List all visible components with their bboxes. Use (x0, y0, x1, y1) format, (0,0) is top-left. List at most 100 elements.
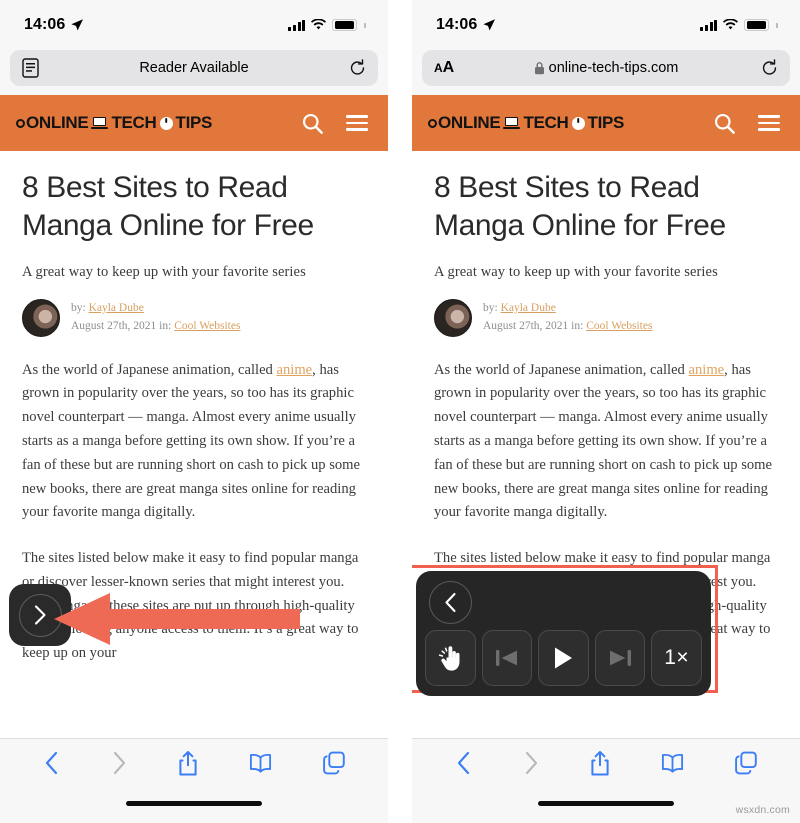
hamburger-menu-icon[interactable] (346, 115, 368, 131)
wifi-icon (311, 19, 327, 30)
status-time: 14:06 (24, 16, 66, 33)
logo-part-tech: TECH (523, 113, 569, 132)
back-button[interactable] (455, 750, 473, 776)
byline-date-line: August 27th, 2021 in: Cool Websites (483, 318, 652, 336)
tabs-button[interactable] (734, 751, 758, 775)
next-button[interactable] (594, 630, 646, 686)
byline: by: Kayla Dube August 27th, 2021 in: Coo… (434, 298, 778, 337)
byline-date-line: August 27th, 2021 in: Cool Websites (71, 318, 240, 336)
byline-in-prefix: in: (571, 319, 584, 332)
browser-toolbar (0, 738, 388, 823)
play-button[interactable] (538, 630, 589, 686)
url-bar-left-control[interactable] (22, 58, 56, 78)
url-bar-container: Reader Available (0, 50, 388, 95)
previous-button[interactable] (481, 630, 533, 686)
collapse-controller-button[interactable] (429, 580, 472, 624)
speak-controller-top-row (425, 580, 702, 624)
logo-o-ring-icon (428, 118, 437, 128)
text-size-button[interactable]: AA (434, 59, 468, 77)
site-logo[interactable]: ONLINE TECH TIPS (16, 113, 212, 133)
search-icon[interactable] (301, 112, 324, 135)
mouse-icon (571, 116, 585, 130)
status-bar-right (700, 19, 778, 31)
article: 8 Best Sites to Read Manga Online for Fr… (0, 151, 388, 666)
share-button[interactable] (177, 750, 199, 777)
speak-on-touch-button[interactable] (425, 630, 476, 686)
article-paragraph-1: As the world of Japanese animation, call… (434, 359, 778, 525)
site-logo[interactable]: ONLINE TECH TIPS (428, 113, 624, 133)
mouse-icon (159, 116, 173, 130)
article-title: 8 Best Sites to Read Manga Online for Fr… (22, 171, 314, 242)
watermark: wsxdn.com (735, 804, 790, 816)
forward-button (113, 751, 125, 775)
bookmarks-button[interactable] (660, 752, 685, 774)
search-icon[interactable] (713, 112, 736, 135)
location-arrow-icon (71, 19, 84, 31)
byline-by-prefix: by: (71, 301, 86, 314)
laptop-icon (503, 117, 521, 129)
logo-part-tips: TIPS (587, 113, 625, 132)
bookmarks-button[interactable] (248, 752, 273, 774)
url-bar-center[interactable]: online-tech-tips.com (468, 60, 744, 76)
reader-view-icon[interactable] (22, 58, 39, 78)
article-paragraph-1: As the world of Japanese animation, call… (22, 359, 366, 525)
reload-button[interactable] (332, 59, 366, 77)
reload-icon[interactable] (761, 59, 778, 77)
status-bar: 14:06 (0, 0, 388, 50)
anime-link[interactable]: anime (689, 362, 725, 378)
avatar (22, 298, 60, 337)
play-icon (555, 647, 573, 669)
avatar (434, 298, 472, 337)
share-button[interactable] (589, 750, 611, 777)
paragraph-1-pre: As the world of Japanese animation, call… (434, 361, 689, 378)
red-left-arrow-annotation (54, 593, 300, 645)
skip-previous-icon (495, 650, 517, 666)
laptop-icon (91, 117, 109, 129)
phone-panel-left: 14:06 Reader Available ONLINE TECH TIPS … (0, 0, 388, 823)
cellular-signal-icon (288, 19, 306, 31)
status-bar: 14:06 (412, 0, 800, 50)
logo-o-ring-icon (16, 118, 25, 128)
toolbar-icons (0, 739, 388, 787)
url-bar-text: Reader Available (139, 60, 249, 76)
reload-icon[interactable] (349, 59, 366, 77)
paragraph-1-pre: As the world of Japanese animation, call… (22, 361, 277, 378)
wifi-icon (723, 19, 739, 30)
byline-category-link[interactable]: Cool Websites (586, 320, 652, 332)
byline-text: by: Kayla Dube August 27th, 2021 in: Coo… (483, 300, 652, 336)
hamburger-menu-icon[interactable] (758, 115, 780, 131)
byline-text: by: Kayla Dube August 27th, 2021 in: Coo… (71, 300, 240, 336)
back-button[interactable] (43, 750, 61, 776)
byline-category-link[interactable]: Cool Websites (174, 320, 240, 332)
reload-button[interactable] (744, 59, 778, 77)
byline-by-prefix: by: (483, 301, 498, 314)
chevron-left-icon (444, 592, 456, 612)
site-header: ONLINE TECH TIPS (412, 95, 800, 151)
location-arrow-icon (483, 19, 496, 31)
speak-screen-controller: 1× (416, 571, 711, 696)
url-bar[interactable]: Reader Available (10, 50, 378, 86)
site-header-icons (713, 112, 780, 135)
byline-date: August 27th, 2021 (71, 319, 157, 332)
article-title: 8 Best Sites to Read Manga Online for Fr… (434, 171, 726, 242)
status-bar-left: 14:06 (436, 16, 496, 34)
site-header-icons (301, 112, 368, 135)
speed-button[interactable]: 1× (651, 630, 702, 686)
byline-date: August 27th, 2021 (483, 319, 569, 332)
toolbar-icons (412, 739, 800, 787)
byline-author-line: by: Kayla Dube (483, 300, 652, 318)
byline-author-link[interactable]: Kayla Dube (501, 302, 556, 314)
paragraph-1-post: , has grown in popularity over the years… (434, 361, 773, 521)
home-indicator (538, 801, 674, 806)
url-bar-center[interactable]: Reader Available (56, 60, 332, 76)
article: 8 Best Sites to Read Manga Online for Fr… (412, 151, 800, 696)
skip-next-icon (610, 650, 632, 666)
text-size-icon[interactable]: AA (434, 59, 454, 77)
tabs-button[interactable] (322, 751, 346, 775)
url-bar[interactable]: AA online-tech-tips.com (422, 50, 790, 86)
home-indicator (126, 801, 262, 806)
status-time: 14:06 (436, 16, 478, 33)
anime-link[interactable]: anime (277, 362, 313, 378)
screenshot-stage: 14:06 Reader Available ONLINE TECH TIPS … (0, 0, 800, 823)
byline-author-link[interactable]: Kayla Dube (89, 302, 144, 314)
